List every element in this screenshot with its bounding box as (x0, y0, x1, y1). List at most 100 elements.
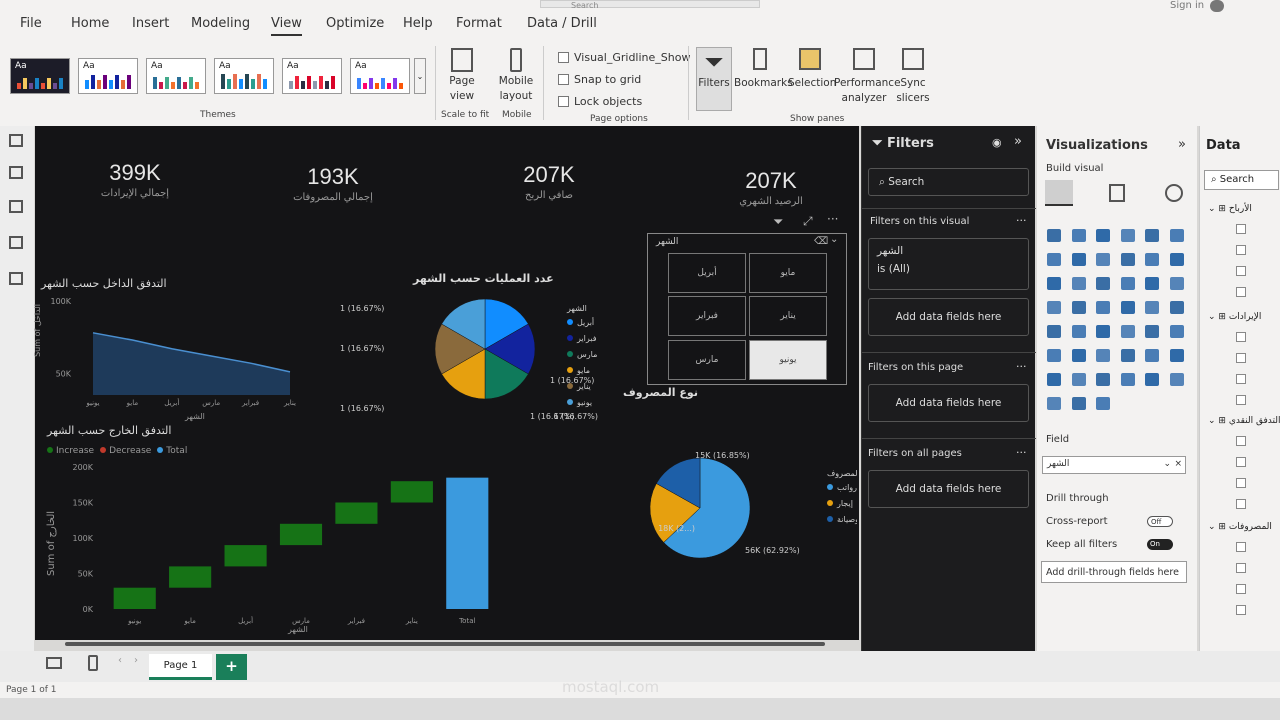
field-checkbox[interactable] (1236, 605, 1246, 615)
visual-type-icon[interactable] (1096, 301, 1110, 314)
format-visual-icon[interactable] (1109, 184, 1125, 202)
menu-tab-8[interactable]: Data / Drill (527, 16, 597, 31)
chevron-down-icon[interactable]: ⌄ (830, 234, 838, 245)
visual-type-icon[interactable] (1047, 373, 1061, 386)
field-checkbox[interactable] (1236, 374, 1246, 384)
theme-swatch[interactable]: Aa (350, 58, 410, 94)
slicer-item[interactable]: يناير (749, 296, 827, 336)
chevron-down-icon[interactable]: ⌄ (1208, 416, 1218, 426)
field-checkbox[interactable] (1236, 563, 1246, 573)
focus-mode-icon[interactable]: ⤢ (803, 214, 813, 229)
visual-type-icon[interactable] (1169, 373, 1184, 386)
more-options-icon[interactable]: ··· (1016, 214, 1027, 227)
add-page-button[interactable]: + (216, 654, 247, 680)
add-fields-drop-zone[interactable]: Add data fields here (868, 470, 1029, 508)
pie-ops-chart[interactable]: 1 (16.67%) 1 (16.67%) 1 (16.67%) 1 (16.67%)… (340, 291, 600, 421)
field-checkbox[interactable] (1236, 245, 1246, 255)
visual-type-icon[interactable] (1145, 229, 1159, 242)
chevron-down-icon[interactable]: ⌄ (1163, 459, 1171, 469)
table-view-icon[interactable] (9, 166, 23, 179)
field-checkbox[interactable] (1236, 266, 1246, 276)
field-checkbox[interactable] (1236, 287, 1246, 297)
prev-page-icon[interactable]: ‹ (118, 655, 122, 666)
visual-type-icon[interactable] (1145, 277, 1159, 290)
visual-type-icon[interactable] (1071, 277, 1086, 290)
visual-type-icon[interactable] (1169, 301, 1184, 314)
more-options-icon[interactable]: ··· (827, 212, 838, 226)
mobile-layout-button[interactable]: Mobile layout (497, 48, 535, 104)
visual-type-icon[interactable] (1120, 325, 1135, 338)
waterfall-bar[interactable] (390, 481, 433, 503)
chevron-down-icon[interactable]: ⌄ (1208, 312, 1218, 322)
field-checkbox[interactable] (1236, 436, 1246, 446)
menu-tab-7[interactable]: Format (456, 16, 502, 31)
eraser-icon[interactable]: ⌫ (814, 236, 828, 247)
waterfall-bar[interactable] (169, 566, 212, 588)
visual-type-icon[interactable] (1071, 229, 1086, 242)
area-chart[interactable]: 100K 50K يونيو مايو أبريل مارس فبراير يناير (35, 291, 305, 421)
data-table[interactable]: ⌄ ⊞ المصروفات (1208, 522, 1272, 532)
data-search-input[interactable]: ⌕ Search (1204, 170, 1279, 190)
visual-type-icon[interactable] (1096, 229, 1110, 242)
visual-type-icon[interactable] (1096, 325, 1110, 338)
dax-query-icon[interactable] (9, 236, 23, 249)
filter-card[interactable]: الشهر is (All) (868, 238, 1029, 290)
visual-type-icon[interactable] (1120, 229, 1135, 242)
visual-type-icon[interactable] (1047, 349, 1061, 362)
drill-through-drop-zone[interactable]: Add drill-through fields here (1041, 561, 1187, 583)
visual-type-icon[interactable] (1096, 253, 1110, 266)
kpi-card[interactable]: 207K الرصيد الشهري (729, 168, 813, 207)
collapse-pane-icon[interactable]: » (1178, 137, 1186, 152)
avatar-icon[interactable] (1210, 0, 1224, 12)
gridlines-checkbox[interactable]: Visual_Gridline_Show (558, 51, 690, 64)
waterfall-total-bar[interactable] (446, 477, 489, 609)
visual-type-icon[interactable] (1169, 349, 1184, 362)
data-table[interactable]: ⌄ ⊞ التدفق النقدي (1208, 416, 1280, 426)
field-well[interactable]: الشهر ⌄ × (1042, 456, 1186, 474)
close-icon[interactable]: × (1174, 459, 1182, 469)
waterfall-bar[interactable] (335, 502, 378, 524)
visual-type-icon[interactable] (1047, 277, 1061, 290)
field-checkbox[interactable] (1236, 584, 1246, 594)
visual-type-icon[interactable] (1145, 373, 1159, 386)
field-checkbox[interactable] (1236, 457, 1246, 467)
field-checkbox[interactable] (1236, 542, 1246, 552)
filters-pane-button[interactable]: ⏷ Filters (696, 47, 732, 111)
waterfall-bar[interactable] (279, 523, 323, 546)
desktop-view-icon[interactable] (46, 657, 62, 669)
visual-type-icon[interactable] (1120, 301, 1135, 314)
keep-filters-toggle[interactable]: On (1147, 539, 1173, 550)
visual-type-icon[interactable] (1169, 253, 1184, 266)
expense-type-chart[interactable]: 56K (62.92%) 18K (2...) 15K (16.85%) نوع ال… (595, 416, 857, 576)
theme-swatch[interactable]: Aa (214, 58, 274, 94)
visual-type-icon[interactable] (1169, 229, 1184, 242)
field-checkbox[interactable] (1236, 224, 1246, 234)
visual-type-icon[interactable] (1120, 253, 1135, 266)
theme-swatch[interactable]: Aa (146, 58, 206, 94)
page-view-button[interactable]: Page view (445, 48, 479, 104)
page-tab[interactable]: Page 1 (149, 654, 212, 680)
visual-type-icon[interactable] (1169, 325, 1184, 338)
waterfall-bar[interactable] (113, 587, 156, 609)
field-checkbox[interactable] (1236, 395, 1246, 405)
eye-icon[interactable]: ◉ (992, 136, 1002, 149)
field-checkbox[interactable] (1236, 478, 1246, 488)
chevron-down-icon[interactable]: ⌄ (1208, 522, 1218, 532)
analytics-icon[interactable] (1165, 184, 1183, 202)
data-table[interactable]: ⌄ ⊞ الأرباح (1208, 204, 1252, 214)
data-table[interactable]: ⌄ ⊞ الإيرادات (1208, 312, 1261, 322)
slicer-filter-icon[interactable]: ⏷ (773, 215, 783, 230)
bookmarks-button[interactable]: Bookmarks (734, 48, 793, 91)
more-options-icon[interactable]: ··· (1016, 446, 1027, 459)
selection-button[interactable]: Selection (788, 48, 836, 91)
themes-chevron-icon[interactable]: ⌄ (414, 58, 426, 94)
waterfall-bar[interactable] (224, 545, 267, 567)
horizontal-scrollbar[interactable] (65, 642, 825, 646)
visual-type-icon[interactable] (1047, 325, 1061, 338)
visual-type-icon[interactable] (1071, 253, 1086, 266)
kpi-card[interactable]: 399K إجمالي الإيرادات (95, 160, 175, 199)
slicer-item[interactable]: مارس (668, 340, 746, 380)
visual-type-icon[interactable] (1169, 277, 1184, 290)
slicer-item[interactable]: مايو (749, 253, 827, 293)
visual-type-icon[interactable] (1047, 253, 1061, 266)
